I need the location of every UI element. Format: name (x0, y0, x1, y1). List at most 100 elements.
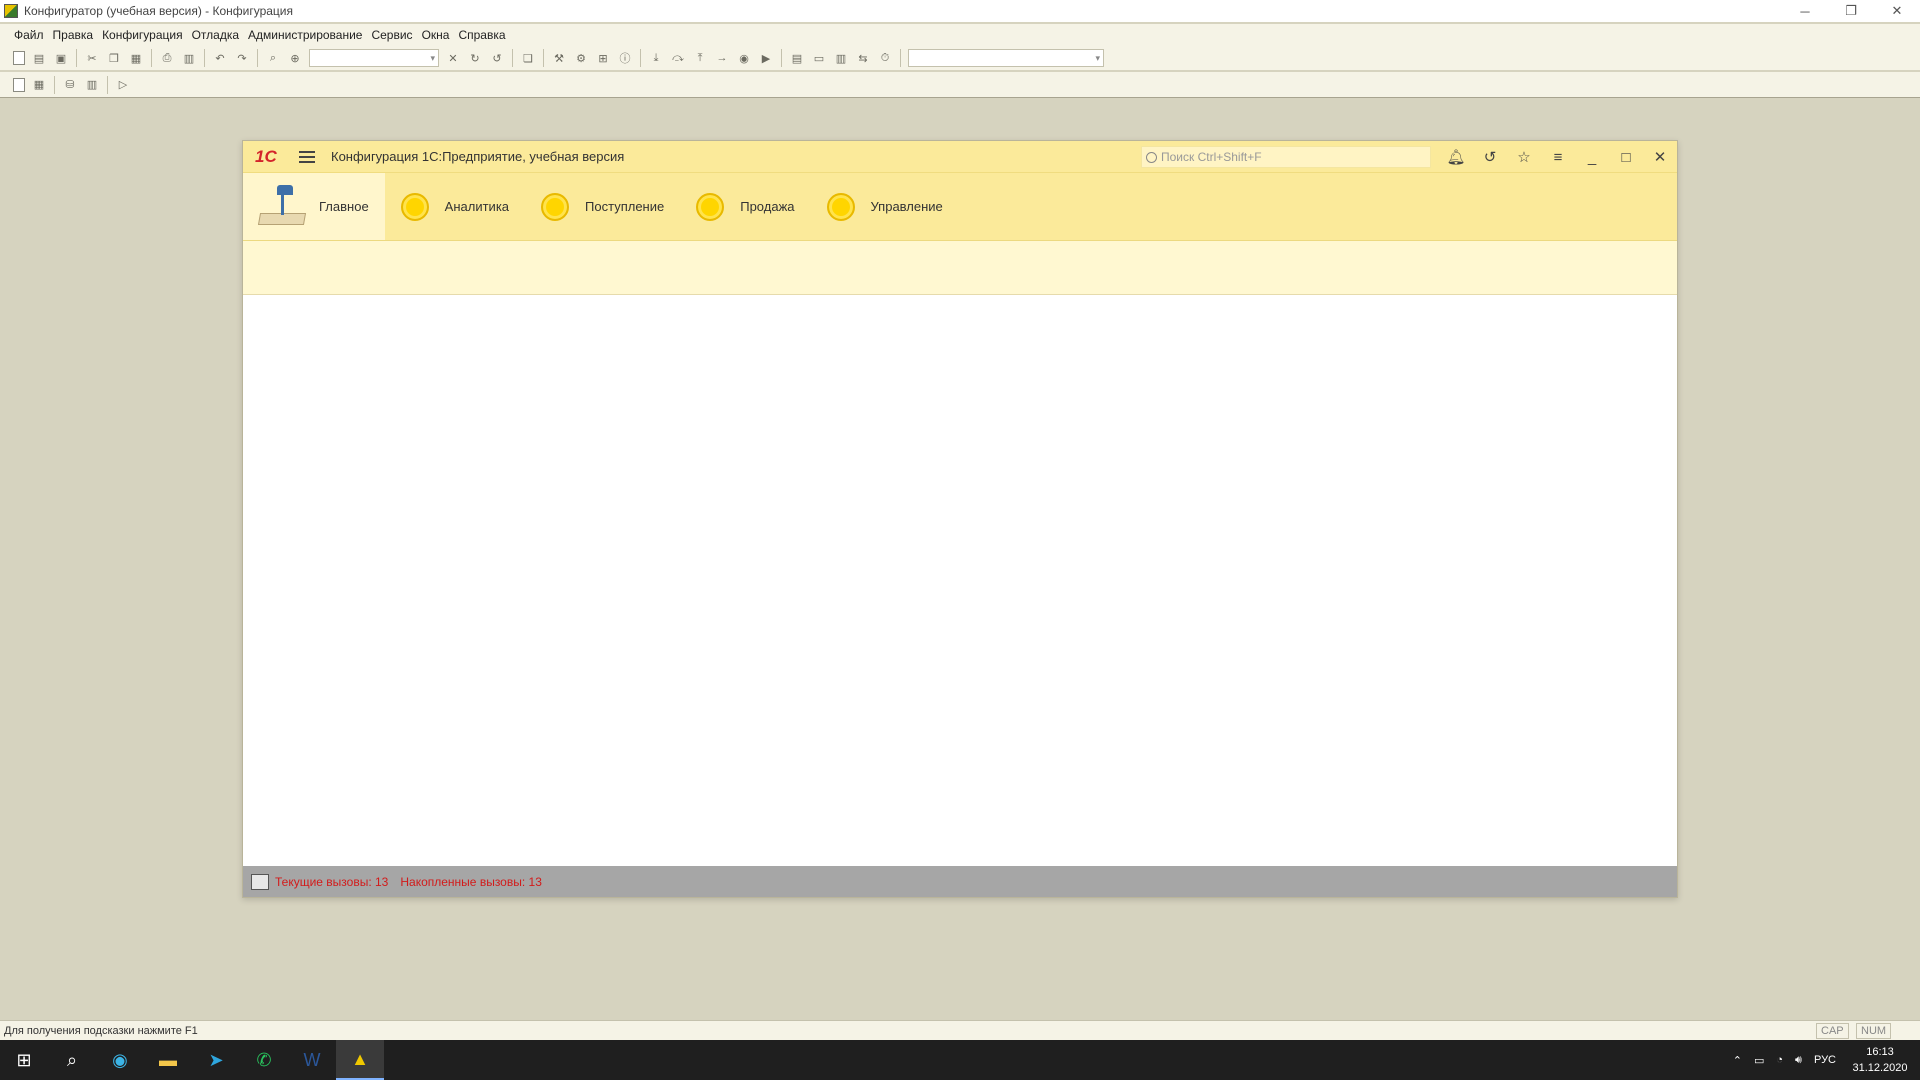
minimize-icon[interactable]: _ (1575, 141, 1609, 173)
window-layout-icon[interactable]: ▭ (811, 50, 827, 66)
continue-icon[interactable]: ▶ (758, 50, 774, 66)
module-icon[interactable]: ⊞ (595, 50, 611, 66)
windows-icon[interactable]: ❏ (520, 50, 536, 66)
search-icon (1146, 151, 1157, 163)
search-input[interactable]: Поиск Ctrl+Shift+F (1141, 146, 1431, 168)
step-into-icon[interactable]: ⤓ (648, 50, 664, 66)
chevron-up-icon[interactable]: ⌃ (1733, 1054, 1742, 1067)
step-out-icon[interactable]: ⤒ (692, 50, 708, 66)
update-db-icon[interactable]: ⛁ (62, 77, 78, 93)
telegram-icon[interactable]: ➤ (192, 1040, 240, 1080)
volume-icon[interactable]: 🔊︎ (1795, 1054, 1802, 1067)
menu-windows[interactable]: Окна (422, 28, 450, 42)
redo-icon[interactable]: ↷ (234, 50, 250, 66)
start-debug-icon[interactable]: ▷ (115, 77, 131, 93)
word-icon[interactable]: W (288, 1040, 336, 1080)
toolbar-separator (151, 49, 152, 67)
properties-icon[interactable]: ▦ (31, 77, 47, 93)
main-menu-icon[interactable] (299, 150, 315, 163)
menu-administration[interactable]: Администрирование (248, 28, 362, 42)
work-area (243, 295, 1677, 863)
enterprise-header: 1С Конфигурация 1С:Предприятие, учебная … (243, 141, 1677, 173)
close-icon[interactable]: ✕ (1643, 141, 1677, 173)
compare-icon[interactable]: ⇆ (855, 50, 871, 66)
section-label: Аналитика (444, 199, 510, 214)
battery-icon[interactable]: ▭ (1754, 1054, 1764, 1067)
clock[interactable]: 16:13 31.12.2020 (1850, 1044, 1910, 1076)
cut-icon[interactable]: ✂ (84, 50, 100, 66)
configuration-combo[interactable]: ▾ (908, 49, 1104, 67)
print-preview-icon[interactable]: ▥ (181, 50, 197, 66)
star-icon[interactable]: ☆ (1507, 141, 1541, 173)
toolbar-separator (640, 49, 641, 67)
header-icons: 🔔︎ ↺ ☆ ≡ _ □ ✕ (1439, 141, 1677, 173)
search-combo[interactable]: ▾ (309, 49, 439, 67)
secondary-toolbar: ▦ ⛁ ▥ ▷ (0, 72, 1920, 98)
accumulated-calls: Накопленные вызовы: 13 (400, 874, 542, 889)
section-circle-icon (826, 192, 855, 221)
toolbar-separator (76, 49, 77, 67)
menu-file[interactable]: Файл (14, 28, 44, 42)
config-tree-icon[interactable] (13, 77, 25, 92)
step-over-icon[interactable]: ⤼ (670, 50, 686, 66)
tile-icon[interactable]: ▥ (833, 50, 849, 66)
edge-icon[interactable]: ◉ (96, 1040, 144, 1080)
maximize-icon[interactable]: □ (1609, 141, 1643, 173)
system-tray: ⌃ ▭ ◔ 🔊︎ РУС 16:13 31.12.2020 (1727, 1040, 1910, 1080)
info-icon[interactable]: ⓘ (617, 50, 633, 66)
toolbar-separator (204, 49, 205, 67)
windows-panel-icon[interactable] (251, 873, 269, 890)
menu-service[interactable]: Сервис (371, 28, 412, 42)
sections-panel: Главное Аналитика Поступление Продажа Уп… (243, 173, 1677, 241)
zoom-icon[interactable]: ⊕ (287, 50, 303, 66)
save-icon[interactable]: ▣ (53, 50, 69, 66)
open-folder-icon[interactable]: ▤ (31, 50, 47, 66)
table-icon[interactable]: ▥ (84, 77, 100, 93)
minimize-icon[interactable]: ─ (1782, 0, 1828, 22)
find-prev-icon[interactable]: ↺ (489, 50, 505, 66)
whatsapp-icon[interactable]: ✆ (240, 1040, 288, 1080)
database-icon[interactable]: ▤ (789, 50, 805, 66)
clear-icon[interactable]: ✕ (445, 50, 461, 66)
main-toolbar: ▤ ▣ ✂ ❐ ▦ ⎙ ▥ ↶ ↷ ⌕ ⊕ ▾ ✕ ↻ ↺ ❏ ⚒ ⚙ ⊞ ⓘ … (0, 46, 1920, 70)
filter-menu-icon[interactable]: ≡ (1541, 141, 1575, 173)
menu-edit[interactable]: Правка (53, 28, 94, 42)
file-explorer-icon[interactable]: ▬ (144, 1040, 192, 1080)
section-label: Продажа (740, 199, 795, 214)
new-document-icon[interactable] (13, 51, 25, 65)
close-icon[interactable]: ✕ (1874, 0, 1920, 22)
network-icon[interactable]: ◔ (1776, 1054, 1783, 1066)
find-icon[interactable]: ⌕ (265, 50, 281, 66)
history-icon[interactable]: ↺ (1473, 141, 1507, 173)
toolbar-separator (781, 49, 782, 67)
section-analytics[interactable]: Аналитика (385, 173, 525, 240)
copy-icon[interactable]: ❐ (106, 50, 122, 66)
hint-status-bar: Для получения подсказки нажмите F1 CAP N… (0, 1020, 1920, 1040)
1c-taskbar-icon[interactable]: ▲ (336, 1040, 384, 1080)
section-sales[interactable]: Продажа (680, 173, 810, 240)
print-icon[interactable]: ⎙ (159, 50, 175, 66)
menu-configuration[interactable]: Конфигурация (102, 28, 183, 42)
menu-debug[interactable]: Отладка (192, 28, 239, 42)
run-to-cursor-icon[interactable]: → (714, 50, 730, 66)
menu-help[interactable]: Справка (458, 28, 505, 42)
breakpoint-icon[interactable]: ◉ (736, 50, 752, 66)
restore-icon[interactable]: ❐ (1828, 0, 1874, 22)
timer-icon[interactable]: ⏱ (877, 50, 893, 66)
syntax-icon[interactable]: ⚙ (573, 50, 589, 66)
start-icon[interactable]: ⊞ (0, 1040, 48, 1080)
find-next-icon[interactable]: ↻ (467, 50, 483, 66)
cap-indicator: CAP (1816, 1023, 1849, 1039)
language-indicator[interactable]: РУС (1814, 1054, 1836, 1066)
window-controls: ─ ❐ ✕ (1782, 0, 1920, 22)
section-management[interactable]: Управление (811, 173, 959, 240)
debug-icon[interactable]: ⚒ (551, 50, 567, 66)
clock-time: 16:13 (1866, 1046, 1894, 1058)
paste-icon[interactable]: ▦ (128, 50, 144, 66)
undo-icon[interactable]: ↶ (212, 50, 228, 66)
section-main[interactable]: Главное (243, 173, 385, 240)
section-receipts[interactable]: Поступление (525, 173, 680, 240)
section-label: Управление (870, 199, 943, 214)
bell-icon[interactable]: 🔔︎ (1439, 141, 1473, 173)
search-icon[interactable]: ⌕ (48, 1040, 96, 1080)
